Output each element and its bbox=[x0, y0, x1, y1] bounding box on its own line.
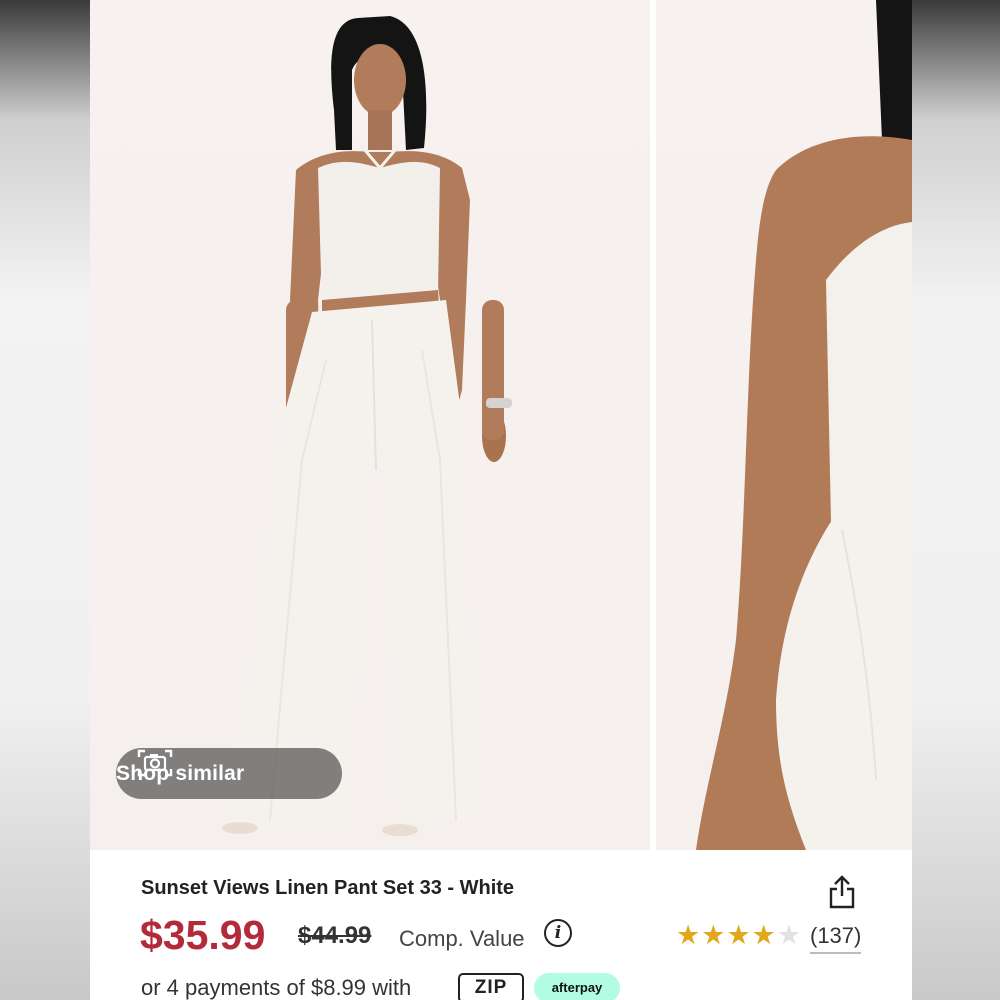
review-count-link[interactable]: (137) bbox=[810, 923, 862, 954]
shop-similar-label: Shop similar bbox=[116, 761, 245, 785]
share-icon[interactable] bbox=[828, 874, 856, 910]
star-icon: ★ bbox=[676, 920, 701, 950]
info-icon[interactable]: i bbox=[544, 919, 572, 947]
star-icon: ★ bbox=[751, 920, 776, 950]
shop-similar-button[interactable]: Shop similar bbox=[116, 748, 342, 799]
model-closeup-illustration bbox=[696, 0, 912, 850]
star-icon: ★ bbox=[776, 920, 802, 950]
image-gallery[interactable]: Shop similar bbox=[90, 0, 912, 850]
sale-price: $35.99 bbox=[140, 912, 266, 958]
star-rating[interactable]: ★ ★ ★ ★ ★ bbox=[676, 922, 801, 949]
installments-text: or 4 payments of $8.99 with bbox=[141, 975, 412, 1000]
comp-value-label: Comp. Value bbox=[399, 926, 525, 951]
product-title: Sunset Views Linen Pant Set 33 - White bbox=[141, 877, 515, 899]
product-photo-main[interactable]: Shop similar bbox=[90, 0, 650, 850]
original-price: $44.99 bbox=[298, 922, 372, 949]
zip-pay-badge[interactable]: ZIP bbox=[458, 973, 524, 1000]
product-info: Sunset Views Linen Pant Set 33 - White $… bbox=[90, 850, 912, 1000]
camera-icon bbox=[137, 749, 173, 777]
star-icon: ★ bbox=[701, 920, 726, 950]
star-icon: ★ bbox=[726, 920, 751, 950]
right-backdrop bbox=[912, 0, 1000, 1000]
product-photo-secondary[interactable] bbox=[656, 0, 912, 850]
afterpay-badge[interactable]: afterpay bbox=[534, 973, 620, 1000]
left-backdrop bbox=[0, 0, 90, 1000]
model-illustration bbox=[222, 16, 512, 836]
product-card: Shop similar Sunset Views Linen Pant Set… bbox=[90, 0, 912, 1000]
